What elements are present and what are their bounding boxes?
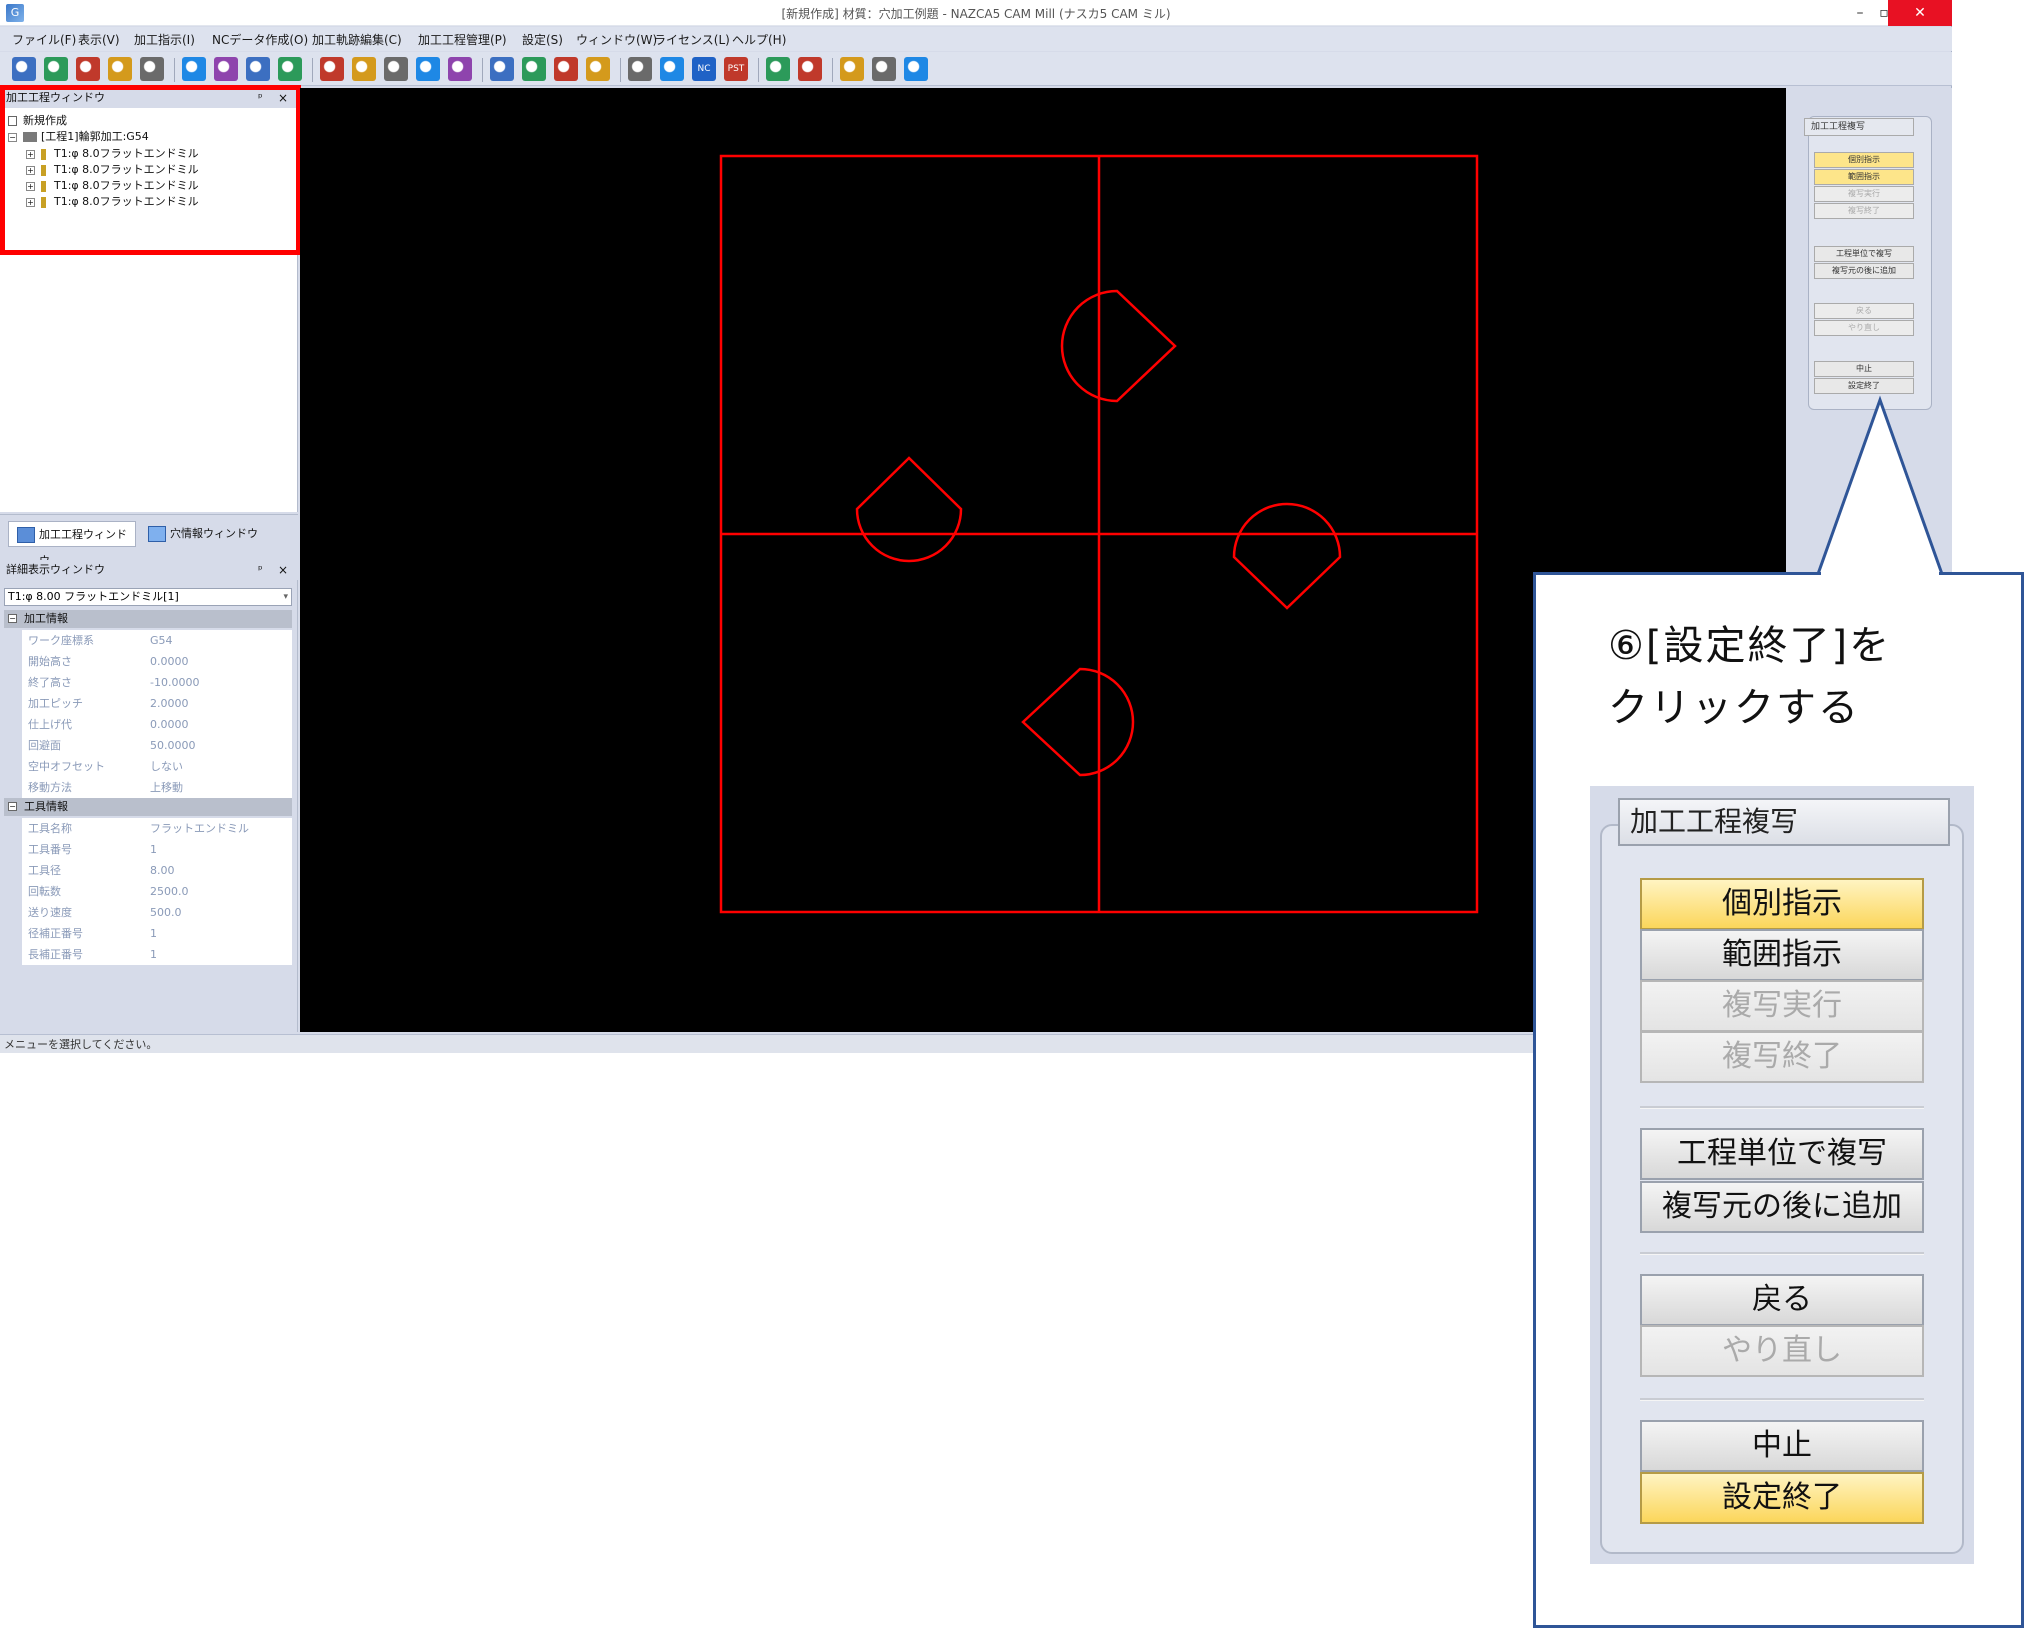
finish-settings-button[interactable]: 設定終了 xyxy=(1640,1472,1924,1524)
copy-panel-zoom: 加工工程複写 個別指示 範囲指示 複写実行 複写終了 工程単位で複写 複写元の後… xyxy=(1590,786,1974,1564)
add-after-source-button[interactable]: 複写元の後に追加 xyxy=(1640,1181,1924,1233)
end-copy-button[interactable]: 複写終了 xyxy=(1640,1031,1924,1083)
copy-by-process-button[interactable]: 工程単位で複写 xyxy=(1640,1128,1924,1180)
callout-text: ⑥[設定終了]を クリックする xyxy=(1608,615,1891,739)
individual-button[interactable]: 個別指示 xyxy=(1640,878,1924,930)
callout-line-1: ⑥[設定終了]を xyxy=(1608,623,1892,669)
separator xyxy=(1640,1252,1924,1255)
redo-button[interactable]: やり直し xyxy=(1640,1325,1924,1377)
execute-copy-button[interactable]: 複写実行 xyxy=(1640,980,1924,1032)
cancel-button[interactable]: 中止 xyxy=(1640,1420,1924,1472)
screenshot-stage: G [新規作成] 材質：穴加工例題 - NAZCA5 CAM Mill (ナスカ… xyxy=(0,0,2024,1628)
copy-panel-title: 加工工程複写 xyxy=(1618,798,1950,846)
separator xyxy=(1640,1106,1924,1109)
callout-line-2: クリックする xyxy=(1608,685,1860,731)
back-button[interactable]: 戻る xyxy=(1640,1274,1924,1326)
range-button[interactable]: 範囲指示 xyxy=(1640,929,1924,981)
callout-pointer-cover xyxy=(1821,572,1939,576)
separator xyxy=(1640,1398,1924,1401)
